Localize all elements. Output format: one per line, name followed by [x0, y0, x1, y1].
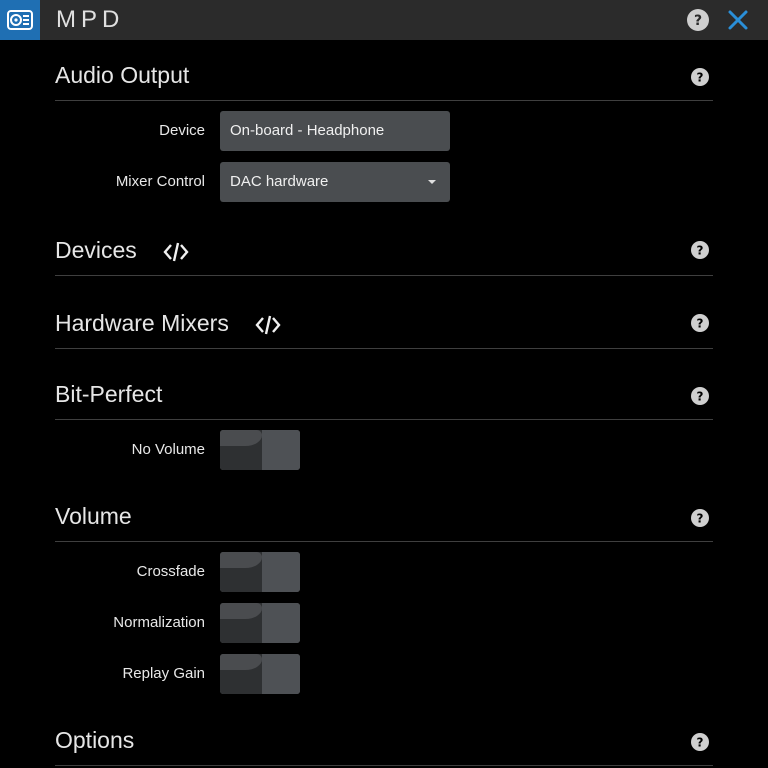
section-title-row: Hardware Mixers [55, 310, 281, 337]
mixer-control-value: DAC hardware [230, 173, 329, 190]
svg-text:?: ? [697, 512, 704, 526]
toggle-track [262, 603, 300, 643]
section-audio-output: Audio Output ? [55, 55, 713, 101]
window-title: MPD [56, 6, 125, 33]
toggle-knob [220, 430, 262, 470]
svg-text:?: ? [697, 71, 704, 85]
svg-text:?: ? [697, 736, 704, 750]
replay-gain-label: Replay Gain [122, 665, 205, 682]
section-volume: Volume ? [55, 497, 713, 542]
moode-app-icon[interactable] [0, 0, 40, 40]
section-title: Bit-Perfect [55, 381, 163, 407]
close-icon[interactable] [726, 8, 750, 32]
help-circle-icon[interactable]: ? [690, 67, 710, 87]
svg-text:?: ? [694, 13, 702, 29]
normalization-label: Normalization [113, 614, 205, 631]
title-bar: MPD ? [0, 0, 768, 40]
section-hardware-mixers[interactable]: Hardware Mixers ? [55, 303, 713, 349]
help-circle-icon[interactable]: ? [690, 508, 710, 528]
toggle-track [262, 654, 300, 694]
normalization-toggle[interactable] [220, 603, 300, 643]
crossfade-label: Crossfade [136, 563, 205, 580]
toggle-knob [220, 654, 262, 694]
section-title: Volume [55, 503, 132, 529]
section-title: Devices [55, 237, 137, 263]
section-title: Hardware Mixers [55, 310, 229, 336]
help-circle-icon[interactable]: ? [690, 240, 710, 260]
svg-text:?: ? [697, 390, 704, 404]
toggle-knob [220, 552, 262, 592]
device-label: Device [159, 122, 205, 139]
toggle-knob [220, 603, 262, 643]
toggle-track [262, 552, 300, 592]
section-title-row: Devices [55, 237, 189, 264]
mixer-control-label: Mixer Control [115, 173, 205, 190]
help-circle-icon[interactable]: ? [686, 8, 710, 32]
code-toggle-icon[interactable] [163, 241, 189, 263]
no-volume-toggle[interactable] [220, 430, 300, 470]
section-devices[interactable]: Devices ? [55, 230, 713, 276]
help-circle-icon[interactable]: ? [690, 732, 710, 752]
no-volume-label: No Volume [131, 441, 205, 458]
help-circle-icon[interactable]: ? [690, 313, 710, 333]
section-bit-perfect: Bit-Perfect ? [55, 375, 713, 420]
crossfade-toggle[interactable] [220, 552, 300, 592]
svg-text:?: ? [697, 244, 704, 258]
svg-text:?: ? [697, 317, 704, 331]
code-toggle-icon[interactable] [255, 314, 281, 336]
toggle-track [262, 430, 300, 470]
caret-down-icon [428, 180, 436, 184]
device-field[interactable]: On-board - Headphone [220, 111, 450, 151]
mixer-control-select[interactable]: DAC hardware [220, 162, 450, 202]
replay-gain-toggle[interactable] [220, 654, 300, 694]
section-title: Options [55, 727, 135, 753]
section-title: Audio Output [55, 62, 190, 88]
section-options: Options ? [55, 721, 713, 766]
help-circle-icon[interactable]: ? [690, 386, 710, 406]
